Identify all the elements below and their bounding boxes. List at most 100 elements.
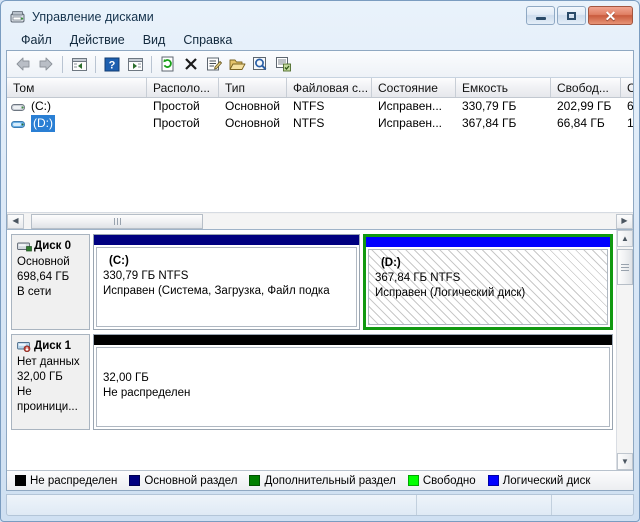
volume-cell-type: Основной <box>225 99 281 113</box>
disk-size: 32,00 ГБ <box>17 371 63 383</box>
scroll-up-icon[interactable]: ▲ <box>617 230 633 247</box>
partition-unallocated[interactable]: 32,00 ГБ Не распределен <box>93 334 613 430</box>
horizontal-scrollbar[interactable]: ◀ ▶ <box>7 212 633 229</box>
column-header-freepct[interactable]: Св <box>621 78 633 97</box>
partition-status: Исправен (Система, Загрузка, Файл подка <box>103 285 330 297</box>
column-header-freespace[interactable]: Свобод... <box>551 78 621 97</box>
partition-c[interactable]: (C:) 330,79 ГБ NTFS Исправен (Система, З… <box>93 234 360 330</box>
partition-details: (C:) 330,79 ГБ NTFS Исправен (Система, З… <box>96 247 357 327</box>
legend-swatch <box>15 475 26 486</box>
disk-info-panel[interactable]: Диск 0 Основной 698,64 ГБ В сети <box>11 234 90 330</box>
scroll-right-icon[interactable]: ▶ <box>616 213 633 229</box>
properties-list-icon[interactable] <box>124 53 146 75</box>
disk-partitions: (C:) 330,79 ГБ NTFS Исправен (Система, З… <box>90 234 616 330</box>
scrollbar-thumb[interactable] <box>617 249 633 285</box>
partition-size: 32,00 ГБ <box>103 372 149 384</box>
column-header-status[interactable]: Состояние <box>372 78 456 97</box>
menu-bar: Файл Действие Вид Справка <box>6 29 634 50</box>
partition-details: 32,00 ГБ Не распределен <box>96 347 610 427</box>
menu-action[interactable]: Действие <box>61 31 134 49</box>
menu-file[interactable]: Файл <box>12 31 61 49</box>
properties-icon[interactable] <box>203 53 225 75</box>
title-bar: Управление дисками ✕ <box>6 5 634 29</box>
help-icon[interactable]: ? <box>101 53 123 75</box>
disk-size: 698,64 ГБ <box>17 271 70 283</box>
all-tasks-icon[interactable] <box>272 53 294 75</box>
column-header-volume[interactable]: Том <box>7 78 147 97</box>
volume-cell-name[interactable]: (C:) <box>7 98 147 115</box>
minimize-button[interactable] <box>526 6 555 25</box>
legend-swatch <box>487 475 499 486</box>
chevron-left-icon: ◀ <box>12 216 19 225</box>
grip-line <box>621 269 629 271</box>
toolbar-separator <box>62 55 63 73</box>
volume-cell-type: Основной <box>225 116 281 130</box>
disk-type: Основной <box>17 256 70 268</box>
volume-cell-name[interactable]: (D:) <box>7 115 147 132</box>
toolbar-separator <box>95 55 96 73</box>
partition-color-bar <box>94 235 359 245</box>
column-header-capacity[interactable]: Емкость <box>456 78 551 97</box>
legend-label: Не распределен <box>30 474 118 487</box>
toolbar-separator <box>151 55 152 73</box>
status-bar <box>6 494 634 516</box>
back-arrow-icon[interactable] <box>12 53 34 75</box>
volume-list: Том Располо... Тип Файловая с... Состоян… <box>7 78 633 230</box>
disk-management-window: Управление дисками ✕ Файл Действие Вид С… <box>0 0 640 522</box>
disk-graphical-view: Диск 0 Основной 698,64 ГБ В сети (C:) 33… <box>7 230 633 470</box>
volume-list-header: Том Располо... Тип Файловая с... Состоян… <box>7 78 633 98</box>
show-hide-tree-icon[interactable] <box>68 53 90 75</box>
partition-status: Не распределен <box>103 387 191 399</box>
rescan-search-icon[interactable] <box>249 53 271 75</box>
column-header-type[interactable]: Тип <box>219 78 287 97</box>
column-header-layout[interactable]: Располо... <box>147 78 219 97</box>
chevron-right-icon: ▶ <box>621 216 628 225</box>
partition-label: (D:) <box>380 257 401 269</box>
disk-name: Диск 0 <box>34 240 72 252</box>
window-title: Управление дисками <box>32 10 154 24</box>
close-button[interactable]: ✕ <box>588 6 633 25</box>
grip-line <box>119 217 121 225</box>
legend-swatch <box>407 475 419 486</box>
scrollbar-track[interactable] <box>617 247 633 453</box>
scroll-down-icon[interactable]: ▼ <box>617 453 633 470</box>
vertical-scrollbar[interactable]: ▲ ▼ <box>616 230 633 470</box>
menu-help[interactable]: Справка <box>174 31 241 49</box>
menu-view[interactable]: Вид <box>134 31 175 49</box>
legend-free-space: Свободно <box>407 475 476 487</box>
column-header-filesystem[interactable]: Файловая с... <box>287 78 372 97</box>
scrollbar-thumb[interactable] <box>31 213 203 229</box>
table-row[interactable]: (C:) Простой Основной NTFS Исправен... 3… <box>7 98 633 115</box>
refresh-icon[interactable] <box>157 53 179 75</box>
disk-name: Диск 1 <box>34 340 72 352</box>
disk-title: Диск 1 <box>17 339 84 354</box>
window-controls: ✕ <box>526 6 633 25</box>
maximize-button[interactable] <box>557 6 586 25</box>
legend-label: Логический диск <box>502 474 591 487</box>
open-folder-icon[interactable] <box>226 53 248 75</box>
volume-cell-capacity: 330,79 ГБ <box>462 99 517 113</box>
scrollbar-track[interactable] <box>24 213 616 229</box>
grip-line <box>113 217 115 225</box>
volume-cell-freepct: 61 <box>621 98 633 115</box>
legend-unallocated: Не распределен <box>15 475 117 487</box>
hard-disk-icon <box>17 241 32 252</box>
disk-rows: Диск 0 Основной 698,64 ГБ В сети (C:) 33… <box>7 230 616 470</box>
client-area: ? Том Располо... Тип Файловая с... Состо… <box>6 50 634 491</box>
partition-details: (D:) 367,84 ГБ NTFS Исправен (Логический… <box>367 249 608 325</box>
delete-icon[interactable] <box>180 53 202 75</box>
drive-icon <box>11 118 26 129</box>
scroll-left-icon[interactable]: ◀ <box>7 213 24 229</box>
table-row[interactable]: (D:) Простой Основной NTFS Исправен... 3… <box>7 115 633 132</box>
legend-swatch <box>249 475 261 486</box>
forward-arrow-icon[interactable] <box>35 53 57 75</box>
volume-cell-layout: Простой <box>153 116 200 130</box>
legend-primary-partition: Основной раздел <box>129 475 237 487</box>
grip-line <box>116 217 118 225</box>
status-pane-3 <box>552 495 633 515</box>
volume-cell-layout: Простой <box>153 99 200 113</box>
partition-d[interactable]: (D:) 367,84 ГБ NTFS Исправен (Логический… <box>362 234 613 330</box>
disk-info-panel[interactable]: Диск 1 Нет данных 32,00 ГБ Не проиници..… <box>11 334 90 430</box>
volume-cell-capacity: 367,84 ГБ <box>462 116 517 130</box>
partition-label: (C:) <box>109 255 129 267</box>
